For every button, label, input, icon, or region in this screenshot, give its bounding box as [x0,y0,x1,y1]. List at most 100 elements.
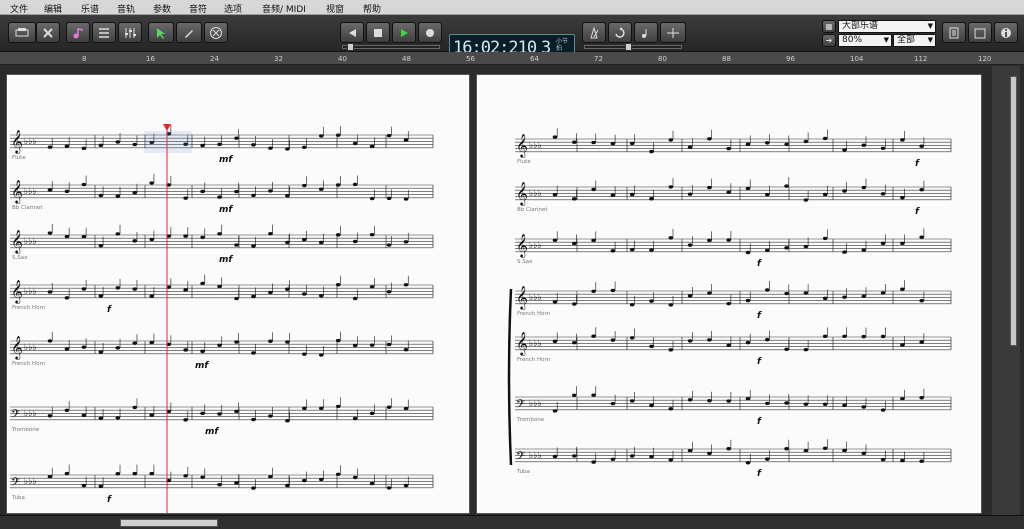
note[interactable] [572,197,577,201]
note[interactable] [386,133,392,138]
note[interactable] [552,454,558,459]
note[interactable] [784,142,789,147]
note[interactable] [318,187,324,191]
playback-cursor-marker[interactable] [163,124,171,131]
note[interactable] [183,348,188,352]
note[interactable] [687,294,693,298]
play-button[interactable] [392,22,416,43]
parts-button[interactable] [968,22,992,43]
note[interactable] [610,288,616,293]
note[interactable] [900,397,905,401]
note[interactable] [880,408,886,412]
note[interactable] [285,287,290,291]
note[interactable] [552,300,558,304]
staff[interactable]: 𝄞 ♭♭♭ S.Sax f [515,228,952,269]
note[interactable] [318,240,324,245]
note[interactable] [98,416,104,420]
tempo-slider-knob[interactable] [625,43,632,51]
note[interactable] [649,248,654,252]
note[interactable] [352,475,358,480]
note[interactable] [629,192,635,197]
note[interactable] [707,451,712,456]
note[interactable] [302,406,307,411]
note[interactable] [318,134,324,138]
note[interactable] [919,340,924,344]
note[interactable] [803,347,809,352]
note[interactable] [335,472,341,476]
score-page-right[interactable]: 𝄞 ♭♭♭ Flute f 𝄞 ♭♭♭ Bb Clarinet f 𝄞 ♭♭♭ S.Sax f 𝄞 ♭♭♭… [476,74,982,514]
note[interactable] [64,144,70,148]
note[interactable] [552,135,558,139]
note[interactable] [352,239,358,244]
note[interactable] [64,234,70,239]
note[interactable] [687,145,693,149]
note[interactable] [149,294,155,298]
menu-item[interactable]: 参数 [153,2,171,15]
note[interactable] [115,194,121,198]
rewind-button[interactable] [340,22,364,43]
note[interactable] [318,294,324,298]
note[interactable] [115,472,121,476]
note[interactable] [784,246,789,250]
note[interactable] [880,457,886,462]
note[interactable] [572,393,577,397]
note[interactable] [268,339,273,343]
note[interactable] [880,291,886,295]
note[interactable] [251,244,256,248]
note[interactable] [880,334,886,339]
staff[interactable]: 𝄢 ♭♭♭ Tuba f [515,439,952,479]
note[interactable] [726,238,731,242]
note[interactable] [687,449,693,453]
note[interactable] [251,193,256,198]
note[interactable] [115,416,121,420]
note[interactable] [403,483,409,488]
note[interactable] [251,143,256,147]
note[interactable] [335,133,341,137]
note[interactable] [47,475,53,479]
vertical-scroll-thumb[interactable] [1010,76,1017,346]
note[interactable] [403,197,409,201]
menu-item[interactable]: 选项 [224,2,242,15]
note[interactable] [81,287,87,291]
note[interactable] [98,143,104,148]
note[interactable] [369,285,375,289]
staff[interactable]: 𝄞 ♭♭♭ French Horn f [515,327,952,367]
note[interactable] [369,233,375,237]
note[interactable] [900,287,905,291]
note[interactable] [47,145,53,149]
note[interactable] [822,192,828,197]
menu-item[interactable]: 音轨 [117,2,135,15]
note[interactable] [552,192,558,197]
staff[interactable]: 𝄞 ♭♭♭ Flute f [515,128,952,169]
note[interactable] [183,196,188,200]
staff[interactable]: 𝄞 ♭♭♭ S.Sax mf [10,224,434,265]
position-slider-knob[interactable] [347,43,354,51]
note[interactable] [234,481,239,485]
note[interactable] [610,193,616,197]
zoom-icon-button[interactable]: ➔ [822,34,836,47]
mixer-button[interactable] [118,22,142,43]
note[interactable] [552,238,558,242]
note[interactable] [649,149,654,154]
note[interactable] [919,235,924,239]
note[interactable] [386,486,392,490]
note[interactable] [403,347,409,352]
note[interactable] [98,243,104,248]
note[interactable] [81,345,87,349]
note[interactable] [352,343,358,348]
note[interactable] [784,401,789,405]
note[interactable] [200,143,205,148]
note[interactable] [707,291,712,295]
staff[interactable]: 𝄞 ♭♭♭ French Horn f [515,280,952,321]
note[interactable] [183,234,188,238]
note[interactable] [803,198,809,202]
note[interactable] [842,403,847,408]
note[interactable] [217,412,222,416]
note[interactable] [765,401,770,406]
note[interactable] [285,147,290,151]
note[interactable] [591,289,596,294]
note[interactable] [268,146,273,150]
note[interactable] [803,139,809,144]
pencil-tool-button[interactable] [176,22,202,43]
note[interactable] [132,287,138,291]
